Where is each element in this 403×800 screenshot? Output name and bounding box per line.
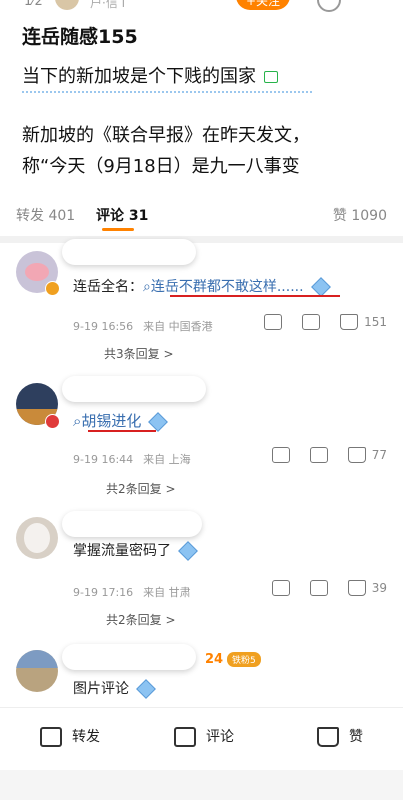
author-name[interactable]: 户·信 I — [90, 0, 125, 11]
post-title: 连岳随感155 — [22, 26, 138, 48]
comment-icon — [174, 727, 196, 747]
comment-body: 掌握流量密码了 — [73, 543, 171, 559]
diamond-icon — [178, 541, 198, 561]
search-link[interactable]: ⌕连岳不群都不敢这样...... — [143, 279, 304, 295]
comment-label: 评论 — [206, 729, 234, 745]
comment-text: 图片评论 — [73, 678, 156, 699]
comment-button[interactable]: 评论 — [174, 726, 234, 747]
search-link[interactable]: ⌕胡锡进化 — [73, 412, 141, 430]
author-avatar[interactable] — [55, 0, 79, 10]
view-replies-link[interactable]: 共3条回复 > — [104, 345, 174, 362]
top-bar: 1⁄2 户·信 I +关注 — [0, 0, 403, 14]
pig-face — [25, 263, 49, 281]
share-icon[interactable] — [271, 580, 290, 596]
comment-location: 来自 甘肃 — [143, 586, 191, 599]
comment-item: 掌握流量密码了 9-19 17:16 来自 甘肃 39 共2条回复 > — [0, 503, 403, 636]
comment-item: 连岳全名：⌕连岳不群都不敢这样...... 9-19 16:56 来自 中国香港 … — [0, 239, 403, 370]
like-icon[interactable] — [347, 580, 366, 596]
comment-text: ⌕胡锡进化 — [73, 410, 169, 432]
red-underline — [170, 295, 340, 297]
search-link-label: 胡锡进化 — [81, 412, 142, 430]
reply-icon[interactable] — [309, 580, 328, 596]
sky-band — [16, 650, 58, 668]
name-mask-bubble — [62, 511, 202, 537]
name-mask-bubble — [62, 376, 206, 402]
red-underline — [88, 430, 156, 432]
view-replies-link[interactable]: 共2条回复 > — [106, 480, 176, 497]
repost-icon — [40, 727, 62, 747]
comment-item: ⌕胡锡进化 9-19 16:44 来自 上海 77 共2条回复 > — [0, 370, 403, 503]
like-count: 77 — [371, 448, 387, 462]
comment-meta: 9-19 16:44 来自 上海 — [73, 451, 191, 467]
diamond-icon — [136, 679, 156, 699]
post-body: 新加坡的《联合早报》在昨天发文， 称“今天（9月18日）是九一八事变 — [22, 120, 382, 182]
follow-button[interactable]: +关注 — [236, 0, 290, 10]
comment-actions: 77 — [252, 447, 387, 463]
post-body-line: 新加坡的《联合早报》在昨天发文， — [22, 125, 310, 146]
repost-label: 转发 — [72, 729, 100, 745]
post-stats-bar: 转发 401 评论 31 赞 1090 — [0, 197, 403, 233]
post-headline: 当下的新加坡是个下贱的国家 — [22, 62, 278, 88]
comment-time: 9-19 17:16 — [73, 586, 134, 599]
bottom-action-bar: 转发 评论 赞 — [0, 707, 403, 771]
like-icon[interactable] — [347, 447, 366, 463]
name-mask-bubble — [62, 239, 196, 265]
avatar[interactable] — [16, 517, 58, 559]
name-mask-bubble — [62, 644, 196, 670]
comment-location: 来自 中国香港 — [143, 320, 213, 333]
like-count: 151 — [364, 315, 387, 329]
comment-time: 9-19 16:44 — [73, 453, 134, 466]
like-icon[interactable] — [340, 314, 359, 330]
reply-icon[interactable] — [302, 314, 321, 330]
share-icon[interactable] — [271, 447, 290, 463]
comment-time: 9-19 16:56 — [73, 320, 134, 333]
comment-actions: 39 — [252, 580, 387, 596]
comment-prefix: 连岳全名： — [73, 279, 143, 295]
verified-badge-icon — [45, 281, 60, 296]
comment-meta: 9-19 17:16 来自 甘肃 — [73, 584, 191, 600]
comment-text: 掌握流量密码了 — [73, 540, 198, 561]
post-body-line: 称“今天（9月18日）是九一八事变 — [22, 156, 300, 177]
search-link-label: 连岳不群都不敢这样...... — [150, 279, 304, 295]
dog-face — [24, 523, 50, 553]
like-count: 39 — [371, 581, 387, 595]
avatar[interactable] — [16, 650, 58, 692]
tab-reposts[interactable]: 转发 401 — [16, 205, 75, 225]
comment-body: 图片评论 — [73, 681, 129, 697]
share-icon[interactable] — [264, 314, 283, 330]
active-tab-indicator — [102, 228, 134, 231]
tab-likes[interactable]: 赞 1090 — [333, 205, 387, 225]
comment-actions: 151 — [244, 314, 387, 330]
repost-button[interactable]: 转发 — [40, 726, 100, 747]
comment-location: 来自 上海 — [143, 453, 191, 466]
comment-marker-icon — [264, 71, 278, 83]
diamond-icon — [310, 277, 331, 297]
home-indicator-area — [0, 770, 403, 800]
name-tail: 24 — [205, 652, 224, 667]
reply-icon[interactable] — [309, 447, 328, 463]
verified-badge-icon — [45, 414, 60, 429]
diamond-icon — [148, 411, 169, 432]
comment-item: 24 铁粉5 图片评论 — [0, 636, 403, 707]
like-label: 赞 — [349, 729, 363, 745]
dotted-underline — [22, 91, 312, 93]
view-replies-link[interactable]: 共2条回复 > — [106, 611, 176, 628]
page-indicator: 1⁄2 — [24, 0, 43, 9]
like-button[interactable]: 赞 — [317, 726, 363, 747]
comment-meta: 9-19 16:56 来自 中国香港 — [73, 318, 213, 334]
thumb-up-icon — [317, 727, 339, 747]
fan-badge: 铁粉5 — [227, 652, 261, 667]
section-divider — [0, 236, 403, 243]
comment-text: 连岳全名：⌕连岳不群都不敢这样...... — [73, 276, 331, 297]
post-headline-text: 当下的新加坡是个下贱的国家 — [22, 66, 256, 87]
search-icon[interactable] — [317, 0, 341, 12]
